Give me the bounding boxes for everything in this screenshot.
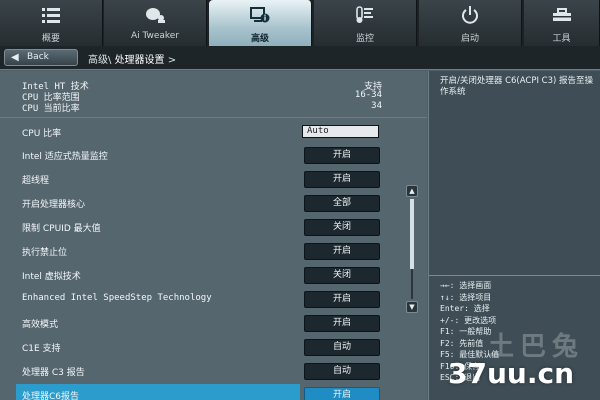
option-row-efficiency-mode[interactable]: 高效模式 开启 — [0, 312, 400, 336]
power-icon — [419, 6, 521, 26]
info-row: CPU 当前比率 34 — [22, 101, 382, 114]
tool-icon — [524, 6, 599, 26]
info-value: 16-34 — [354, 90, 382, 100]
option-label: Intel 适应式热量监控 — [22, 152, 108, 162]
option-row-hyperthreading[interactable]: 超线程 开启 — [0, 168, 400, 192]
breadcrumb-bar: ◀ Back 高级\ 处理器设置 > — [0, 46, 600, 70]
option-label: 处理器C6报告 — [22, 392, 80, 400]
key-hint: +/-: 更改选项 — [440, 315, 497, 325]
option-label: 开启处理器核心 — [22, 200, 86, 210]
option-value-button[interactable]: 开启 — [304, 171, 380, 188]
option-label: 限制 CPUID 最大值 — [22, 224, 101, 234]
divider — [0, 117, 427, 118]
breadcrumb-parent[interactable]: 高级\ — [88, 55, 111, 66]
scroll-up-icon[interactable]: ▲ — [406, 185, 418, 197]
option-label: C1E 支持 — [22, 344, 61, 354]
tab-tool[interactable]: 工具 — [524, 0, 600, 46]
settings-panel: Intel HT 技术 支持 CPU 比率范围 16-34 CPU 当前比率 3… — [0, 71, 427, 400]
tab-ai-tweaker[interactable]: Ai Tweaker — [104, 0, 207, 46]
breadcrumb: 高级\ 处理器设置 > — [88, 51, 176, 66]
tab-label: 高级 — [250, 34, 269, 44]
option-value-button[interactable]: 开启 — [304, 291, 380, 308]
breadcrumb-current: 处理器设置 — [114, 55, 165, 66]
tab-label: 监控 — [355, 34, 374, 44]
option-value-button[interactable]: 开启 — [304, 243, 380, 260]
top-menu-bar: 概要 Ai Tweaker 高级 监控 启动 工具 — [0, 0, 600, 46]
info-value: 34 — [371, 101, 382, 111]
back-label: Back — [27, 52, 49, 62]
option-value-button[interactable]: 关闭 — [304, 219, 380, 236]
option-label: 处理器 C3 报告 — [22, 368, 85, 378]
option-label: Enhanced Intel SpeedStep Technology — [22, 293, 212, 303]
tab-monitor[interactable]: 监控 — [314, 0, 417, 46]
option-row-speedstep[interactable]: Enhanced Intel SpeedStep Technology 开启 — [0, 288, 400, 312]
list-icon — [0, 6, 102, 26]
option-value-button[interactable]: 全部 — [304, 195, 380, 212]
back-arrow-icon: ◀ — [11, 52, 19, 63]
tab-label: 工具 — [552, 34, 571, 44]
option-value-button[interactable]: 开启 — [304, 315, 380, 332]
monitor-icon — [314, 6, 416, 26]
option-label: 执行禁止位 — [22, 248, 68, 258]
tab-main[interactable]: 概要 — [0, 0, 103, 46]
option-label: CPU 比率 — [22, 129, 62, 139]
tab-advanced[interactable]: 高级 — [209, 0, 312, 46]
key-hint: →←: 选择画面 — [440, 281, 492, 290]
option-value-button[interactable]: 开启 — [304, 147, 380, 164]
option-row-virtualization[interactable]: Intel 虚拟技术 关闭 — [0, 264, 400, 288]
scroll-thumb[interactable] — [410, 199, 414, 269]
advanced-icon — [209, 6, 311, 26]
tab-boot[interactable]: 启动 — [419, 0, 522, 46]
breadcrumb-chevron-icon: > — [167, 55, 177, 66]
option-value-button[interactable]: 开启 — [304, 387, 380, 400]
option-row-active-cores[interactable]: 开启处理器核心 全部 — [0, 192, 400, 216]
option-row-thermal-monitor[interactable]: Intel 适应式热量监控 开启 — [0, 144, 400, 168]
tab-label: Ai Tweaker — [130, 31, 180, 41]
option-row-c3-report[interactable]: 处理器 C3 报告 自动 — [0, 360, 400, 384]
scrollbar[interactable]: ▲ ▼ — [404, 185, 420, 313]
option-row-cpuid-limit[interactable]: 限制 CPUID 最大值 关闭 — [0, 216, 400, 240]
info-label: CPU 当前比率 — [22, 104, 80, 114]
tab-label: 概要 — [41, 34, 60, 44]
option-row-execute-disable[interactable]: 执行禁止位 开启 — [0, 240, 400, 264]
divider — [429, 275, 600, 276]
option-label: Intel 虚拟技术 — [22, 272, 81, 282]
option-row-c6-report[interactable]: 处理器C6报告 开启 — [16, 384, 380, 400]
option-value-button[interactable]: 自动 — [304, 339, 380, 356]
option-row-cpu-ratio[interactable]: CPU 比率 Auto — [0, 121, 400, 145]
scroll-down-icon[interactable]: ▼ — [406, 301, 418, 313]
tweaker-icon — [104, 6, 206, 26]
watermark: 37uu.cn — [448, 357, 574, 390]
tab-label: 启动 — [460, 34, 479, 44]
option-value-button[interactable]: 关闭 — [304, 267, 380, 284]
back-button[interactable]: ◀ Back — [4, 49, 78, 66]
key-hint: Enter: 选择 — [440, 304, 490, 313]
option-label: 高效模式 — [22, 320, 59, 330]
key-hint: ↑↓: 选择项目 — [440, 292, 492, 302]
help-description: 开启/关闭处理器 C6(ACPI C3) 报告至操作系统 — [440, 76, 594, 97]
option-row-c1e-support[interactable]: C1E 支持 自动 — [0, 336, 400, 360]
cpu-ratio-input[interactable]: Auto — [302, 125, 379, 138]
option-label: 超线程 — [22, 176, 50, 186]
option-value-button[interactable]: 自动 — [304, 363, 380, 380]
